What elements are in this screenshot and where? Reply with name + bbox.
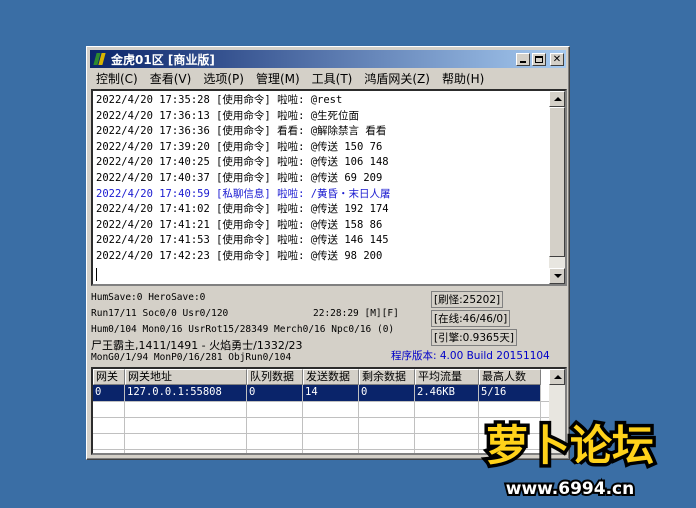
menu-control[interactable]: 控制(C) [90, 70, 144, 87]
log-line: 2022/4/20 17:40:37 [使用命令] 啦啦: @传送 69 209 [96, 171, 383, 184]
menu-tools[interactable]: 工具(T) [306, 70, 359, 87]
hum-status: Hum0/104 Mon0/16 UsrRot15/28349 Merch0/1… [91, 324, 395, 335]
log-line: 2022/4/20 17:39:20 [使用命令] 啦啦: @传送 150 76 [96, 140, 383, 153]
cell-avg-traffic: 2.46KB [415, 385, 479, 401]
app-logo-icon [93, 52, 107, 66]
program-version: 程序版本: 4.00 Build 20151104 [391, 350, 550, 362]
maximize-button[interactable] [532, 52, 546, 66]
mon-status: MonG0/1/94 MonP0/16/281 ObjRun0/104 [91, 352, 292, 363]
menu-manage[interactable]: 管理(M) [250, 70, 306, 87]
maximize-icon [535, 55, 543, 63]
engine-uptime: [引擎:0.9365天] [431, 329, 517, 346]
status-panel: HumSave:0 HeroSave:0 Run17/11 Soc0/0 Usr… [91, 289, 567, 365]
menu-gateway[interactable]: 鸿盾网关(Z) [358, 70, 436, 87]
run-status: Run17/11 Soc0/0 Usr0/120 [91, 308, 229, 319]
log-scrollbar[interactable] [549, 91, 565, 284]
grid-divider [124, 401, 125, 453]
window-title: 金虎01区 [商业版] [111, 52, 215, 67]
close-icon: ✕ [552, 53, 562, 65]
clock-status: 22:28:29 [M][F] [313, 308, 399, 319]
watermark-brand: 萝卜论坛 [486, 421, 654, 470]
col-remaining-data[interactable]: 剩余数据 [359, 369, 415, 385]
cell-max-users: 5/16 [479, 385, 541, 401]
grid-divider [302, 401, 303, 453]
minimize-icon [520, 60, 526, 63]
log-lines: 2022/4/20 17:35:28 [使用命令] 啦啦: @rest 2022… [96, 93, 547, 265]
log-line: 2022/4/20 17:41:53 [使用命令] 啦啦: @传送 146 14… [96, 234, 389, 247]
save-status: HumSave:0 HeroSave:0 [91, 292, 206, 303]
log-line: 2022/4/20 17:42:23 [使用命令] 啦啦: @传送 98 200 [96, 249, 383, 262]
table-header: 网关 网关地址 队列数据 发送数据 剩余数据 平均流量 最高人数 [93, 369, 541, 385]
arrow-down-icon [554, 274, 562, 278]
arrow-up-icon [554, 375, 562, 379]
cell-remaining: 0 [359, 385, 415, 401]
menu-bar: 控制(C) 查看(V) 选项(P) 管理(M) 工具(T) 鸿盾网关(Z) 帮助… [90, 69, 566, 88]
log-line: 2022/4/20 17:41:02 [使用命令] 啦啦: @传送 192 17… [96, 203, 389, 216]
log-textarea[interactable]: 2022/4/20 17:35:28 [使用命令] 啦啦: @rest 2022… [91, 89, 567, 286]
close-button[interactable]: ✕ [550, 52, 564, 66]
col-sent-data[interactable]: 发送数据 [303, 369, 359, 385]
cell-queue: 0 [247, 385, 303, 401]
menu-options[interactable]: 选项(P) [197, 70, 250, 87]
col-gateway[interactable]: 网关 [93, 369, 125, 385]
refresh-count: [刷怪:25202] [431, 291, 504, 308]
col-avg-traffic[interactable]: 平均流量 [415, 369, 479, 385]
table-scroll-up-button[interactable] [549, 369, 565, 385]
watermark-url: www.6994.cn [506, 479, 634, 499]
grid-divider [358, 401, 359, 453]
col-max-users[interactable]: 最高人数 [479, 369, 541, 385]
log-line: 2022/4/20 17:36:13 [使用命令] 啦啦: @生死位面 [96, 109, 360, 122]
minimize-button[interactable] [516, 52, 530, 66]
cell-address: 127.0.0.1:55808 [125, 385, 247, 401]
log-line: 2022/4/20 17:41:21 [使用命令] 啦啦: @传送 158 86 [96, 218, 383, 231]
table-row[interactable]: 0 127.0.0.1:55808 0 14 0 2.46KB 5/16 [93, 385, 541, 401]
grid-divider [246, 401, 247, 453]
scroll-up-button[interactable] [549, 91, 565, 107]
title-bar[interactable]: 金虎01区 [商业版] ✕ [90, 50, 566, 68]
arrow-up-icon [554, 97, 562, 101]
log-line-private-message: 2022/4/20 17:40:59 [私聊信息] 啦啦: /黄昏・末日人屠 [96, 187, 391, 200]
cell-gateway: 0 [93, 385, 125, 401]
online-count: [在线:46/46/0] [431, 310, 511, 327]
col-gateway-address[interactable]: 网关地址 [125, 369, 247, 385]
text-caret [96, 268, 97, 281]
log-line: 2022/4/20 17:36:36 [使用命令] 看看: @解除禁言 看看 [96, 125, 387, 138]
main-window: 金虎01区 [商业版] ✕ 控制(C) 查看(V) 选项(P) 管理(M) 工具… [86, 46, 570, 460]
scroll-thumb[interactable] [549, 107, 565, 257]
scroll-down-button[interactable] [549, 268, 565, 284]
king-status: 尸王霸主,1411/1491 - 火焰勇士/1332/23 [91, 339, 303, 352]
log-line: 2022/4/20 17:40:25 [使用命令] 啦啦: @传送 106 14… [96, 156, 389, 169]
cell-sent: 14 [303, 385, 359, 401]
grid-divider [414, 401, 415, 453]
menu-help[interactable]: 帮助(H) [436, 70, 490, 87]
col-queue-data[interactable]: 队列数据 [247, 369, 303, 385]
log-line: 2022/4/20 17:35:28 [使用命令] 啦啦: @rest [96, 94, 343, 106]
forum-watermark-logo: 萝卜论坛 www.6994.cn [482, 418, 657, 502]
menu-view[interactable]: 查看(V) [144, 70, 198, 87]
